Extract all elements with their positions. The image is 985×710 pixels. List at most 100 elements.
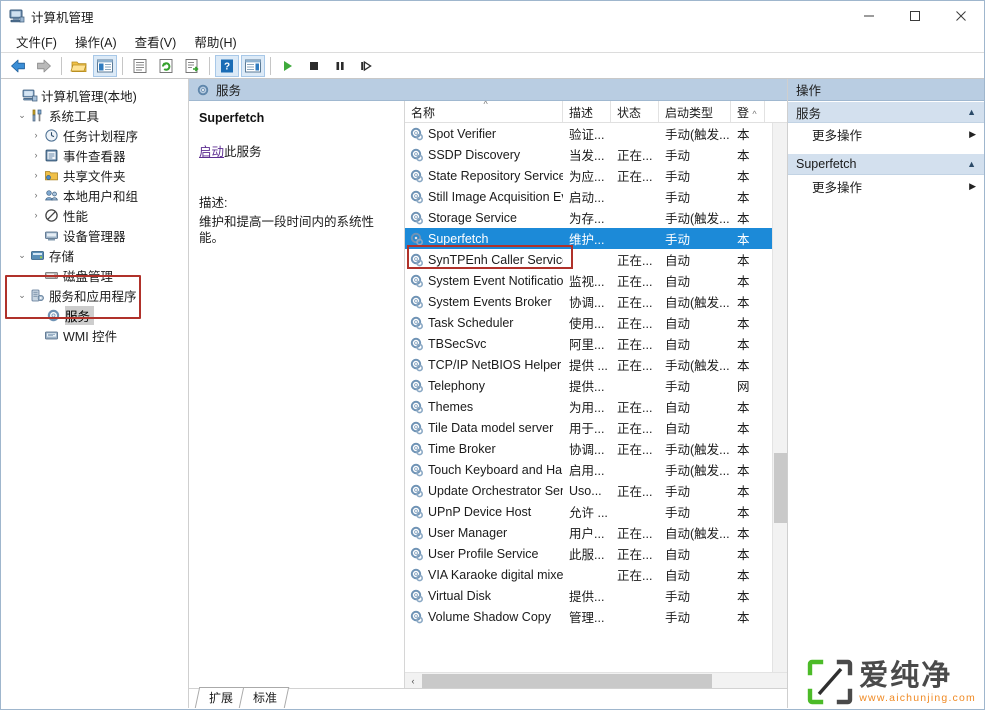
close-button[interactable] (938, 1, 984, 31)
tree-item-storage[interactable]: ⌄ 存储 (5, 245, 188, 265)
description-text: 维护和提高一段时间内的系统性能。 (199, 214, 396, 246)
tree-item-system-tools[interactable]: ⌄ 系统工具 (5, 105, 188, 125)
start-service-link-text[interactable]: 启动 (199, 145, 224, 159)
column-header-name[interactable]: 名称 ^ (405, 101, 563, 122)
table-row[interactable]: VIA Karaoke digital mixe...正在...自动本 (405, 564, 787, 585)
column-header-logon-as[interactable]: 登 ^ (731, 101, 765, 122)
menu-view[interactable]: 查看(V) (126, 30, 186, 53)
scroll-left-arrow-icon[interactable]: ‹ (405, 673, 421, 689)
tree-item-wmi-control[interactable]: WMI 控件 (5, 325, 188, 345)
cell-startup-type: 手动 (659, 586, 731, 605)
chevron-right-icon[interactable]: › (29, 190, 43, 200)
up-folder-icon[interactable] (67, 55, 91, 77)
table-row[interactable]: Storage Service为存...手动(触发...本 (405, 207, 787, 228)
list-horizontal-scroll-thumb[interactable] (422, 674, 712, 688)
list-horizontal-scrollbar[interactable]: ‹ (405, 672, 787, 688)
computer-management-icon (9, 8, 25, 24)
chevron-right-icon: ▶ (969, 181, 976, 192)
chevron-up-icon[interactable]: ▲ (967, 107, 976, 117)
chevron-right-icon[interactable]: › (29, 170, 43, 180)
tab-extended[interactable]: 扩展 (195, 687, 245, 708)
refresh-icon[interactable] (154, 55, 178, 77)
wmi-control-icon (43, 327, 60, 343)
table-row[interactable]: System Event Notification...监视...正在...自动… (405, 270, 787, 291)
tab-standard[interactable]: 标准 (239, 687, 289, 708)
table-row[interactable]: Volume Shadow Copy管理...手动本 (405, 606, 787, 627)
service-gear-icon (409, 462, 424, 477)
table-row[interactable]: TBSecSvc阿里...正在...自动本 (405, 333, 787, 354)
table-row[interactable]: System Events Broker协调...正在...自动(触发...本 (405, 291, 787, 312)
tree-item-task-scheduler[interactable]: › 任务计划程序 (5, 125, 188, 145)
table-row[interactable]: State Repository Service为应...正在...手动本 (405, 165, 787, 186)
table-row[interactable]: Touch Keyboard and Ha...启用...手动(触发...本 (405, 459, 787, 480)
cell-status: 正在... (611, 523, 659, 542)
tree-item-root[interactable]: 计算机管理(本地) (5, 85, 188, 105)
service-gear-icon (409, 336, 424, 351)
start-service-link[interactable]: 启动此服务 (199, 141, 396, 160)
table-row[interactable]: Themes为用...正在...自动本 (405, 396, 787, 417)
chevron-up-icon[interactable]: ▲ (967, 159, 976, 169)
menu-file[interactable]: 文件(F) (7, 30, 66, 53)
stop-service-icon[interactable] (302, 55, 326, 77)
menu-help[interactable]: 帮助(H) (185, 30, 245, 53)
table-row[interactable]: User Profile Service此服...正在...自动本 (405, 543, 787, 564)
chevron-down-icon[interactable]: ⌄ (15, 250, 29, 261)
tree-item-shared-folders[interactable]: › 共享文件夹 (5, 165, 188, 185)
cell-startup-type: 手动 (659, 376, 731, 395)
start-service-icon[interactable] (276, 55, 300, 77)
actions-more-actions-superfetch[interactable]: 更多操作 ▶ (788, 175, 984, 197)
tree-item-services-and-applications[interactable]: ⌄ 服务和应用程序 (5, 285, 188, 305)
minimize-button[interactable] (846, 1, 892, 31)
chevron-down-icon[interactable]: ⌄ (15, 110, 29, 121)
table-row[interactable]: Tile Data model server用于...正在...自动本 (405, 417, 787, 438)
tree-item-label: 事件查看器 (63, 146, 130, 165)
table-row[interactable]: Time Broker协调...正在...手动(触发...本 (405, 438, 787, 459)
table-row[interactable]: Update Orchestrator Ser...Uso...正在...手动本 (405, 480, 787, 501)
cell-status: 正在... (611, 145, 659, 164)
chevron-down-icon[interactable]: ⌄ (15, 290, 29, 301)
export-list-icon[interactable] (180, 55, 204, 77)
table-row[interactable]: TCP/IP NetBIOS Helper提供 ...正在...手动(触发...… (405, 354, 787, 375)
list-vertical-scrollbar[interactable] (772, 123, 787, 672)
table-row[interactable]: Telephony提供...手动网 (405, 375, 787, 396)
services-list-body[interactable]: Spot Verifier验证...手动(触发...本SSDP Discover… (405, 123, 787, 672)
table-row[interactable]: SSDP Discovery当发...正在...手动本 (405, 144, 787, 165)
chevron-right-icon[interactable]: › (29, 210, 43, 220)
tree-item-performance[interactable]: › 性能 (5, 205, 188, 225)
column-header-description[interactable]: 描述 (563, 101, 611, 122)
table-row[interactable]: Task Scheduler使用...正在...自动本 (405, 312, 787, 333)
table-row[interactable]: User Manager用户...正在...自动(触发...本 (405, 522, 787, 543)
tree-item-device-manager[interactable]: 设备管理器 (5, 225, 188, 245)
column-header-status[interactable]: 状态 (611, 101, 659, 122)
table-row[interactable]: UPnP Device Host允许 ...手动本 (405, 501, 787, 522)
restart-service-icon[interactable] (354, 55, 378, 77)
pause-service-icon[interactable] (328, 55, 352, 77)
service-gear-icon (409, 147, 424, 162)
actions-group-superfetch[interactable]: Superfetch ▲ (788, 153, 984, 175)
maximize-button[interactable] (892, 1, 938, 31)
properties-icon[interactable] (128, 55, 152, 77)
tree-item-services[interactable]: 服务 (5, 305, 188, 325)
forward-icon[interactable] (32, 55, 56, 77)
help-icon[interactable]: ? (215, 55, 239, 77)
console-tree: 计算机管理(本地) ⌄ 系统工具 › (1, 79, 189, 708)
list-vertical-scroll-thumb[interactable] (774, 453, 787, 523)
table-row[interactable]: Superfetch维护...手动本 (405, 228, 787, 249)
chevron-right-icon[interactable]: › (29, 130, 43, 140)
tree-item-event-viewer[interactable]: › 事件查看器 (5, 145, 188, 165)
column-header-startup-type[interactable]: 启动类型 (659, 101, 731, 122)
table-row[interactable]: SynTPEnh Caller Service正在...自动本 (405, 249, 787, 270)
menu-action[interactable]: 操作(A) (66, 30, 126, 53)
table-row[interactable]: Spot Verifier验证...手动(触发...本 (405, 123, 787, 144)
actions-more-actions-services[interactable]: 更多操作 ▶ (788, 123, 984, 145)
table-row[interactable]: Still Image Acquisition Ev...启动...手动本 (405, 186, 787, 207)
back-icon[interactable] (6, 55, 30, 77)
service-gear-icon (409, 399, 424, 414)
table-row[interactable]: Virtual Disk提供...手动本 (405, 585, 787, 606)
show-action-pane-icon[interactable] (241, 55, 265, 77)
show-hide-tree-icon[interactable] (93, 55, 117, 77)
tree-item-disk-management[interactable]: 磁盘管理 (5, 265, 188, 285)
tree-item-local-users-and-groups[interactable]: › 本地用户和组 (5, 185, 188, 205)
actions-group-services[interactable]: 服务 ▲ (788, 101, 984, 123)
chevron-right-icon[interactable]: › (29, 150, 43, 160)
